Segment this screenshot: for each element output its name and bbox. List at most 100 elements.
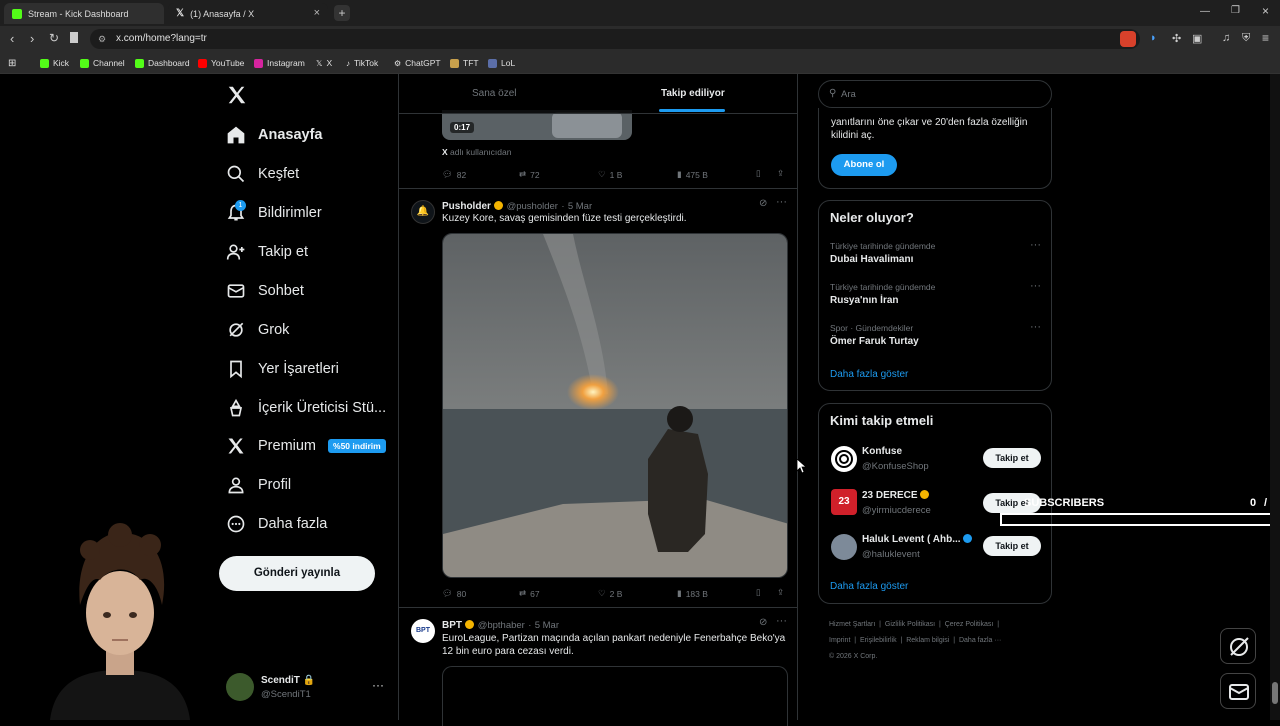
- new-tab-button[interactable]: +: [334, 5, 350, 21]
- reply-action[interactable]: 💬︎ 82: [442, 169, 466, 180]
- footer-link[interactable]: Daha fazla ···: [959, 637, 1001, 644]
- trends-show-more[interactable]: Daha fazla göster: [830, 369, 908, 380]
- subscribe-button[interactable]: Abone ol: [831, 154, 897, 176]
- grok-float-button[interactable]: [1220, 628, 1256, 664]
- footer-link[interactable]: Erişilebilirlik: [860, 637, 897, 644]
- sidebar-item-notifications[interactable]: 1 Bildirimler: [226, 200, 322, 225]
- bookmark-lol[interactable]: LoL: [488, 56, 515, 70]
- music-icon[interactable]: ♫: [1222, 32, 1230, 44]
- sidebar-item-bookmarks[interactable]: Yer İşaretleri: [226, 357, 339, 381]
- follow-avatar[interactable]: [831, 446, 857, 472]
- tweet-image[interactable]: [442, 233, 788, 578]
- footer-link[interactable]: Imprint: [829, 637, 850, 644]
- share-icon[interactable]: ⇪: [777, 587, 784, 598]
- window-icon[interactable]: ▣: [1192, 32, 1202, 45]
- repost-action[interactable]: ⇄ 72: [519, 169, 540, 180]
- bookmark-dashboard[interactable]: Dashboard: [135, 56, 190, 70]
- follow-avatar[interactable]: [831, 534, 857, 560]
- bookmark-chatgpt[interactable]: ⚙ ChatGPT: [394, 56, 441, 70]
- reload-icon[interactable]: ↻: [49, 31, 59, 45]
- tweet-image[interactable]: [442, 666, 788, 726]
- address-bar[interactable]: ⚙ x.com/home?lang=tr: [90, 29, 1140, 49]
- sidebar-item-grok[interactable]: Grok: [226, 318, 289, 342]
- sidebar-item-chat[interactable]: Sohbet: [226, 279, 304, 303]
- browser-tab-kick[interactable]: Stream - Kick Dashboard: [4, 3, 164, 24]
- follow-avatar[interactable]: 23: [831, 489, 857, 515]
- follow-name[interactable]: Haluk Levent ( Ahb...: [862, 534, 973, 545]
- trend-item[interactable]: Türkiye tarihinde gündemde Rusya'nın İra…: [819, 280, 1051, 316]
- back-icon[interactable]: ‹: [10, 31, 14, 46]
- trend-item[interactable]: Türkiye tarihinde gündemde Dubai Havalim…: [819, 239, 1051, 275]
- repost-action[interactable]: ⇄ 67: [519, 588, 540, 599]
- minimize-button[interactable]: —: [1200, 6, 1210, 17]
- who-show-more[interactable]: Daha fazla göster: [830, 581, 908, 592]
- grok-tweet-icon[interactable]: ⊘: [759, 198, 767, 209]
- close-tab-icon[interactable]: ×: [314, 7, 320, 19]
- views-action[interactable]: ▮ 475 B: [677, 169, 708, 180]
- account-more-icon[interactable]: ···: [372, 678, 384, 692]
- tab-for-you[interactable]: Sana özel: [472, 88, 516, 99]
- site-settings-icon[interactable]: ⚙: [98, 29, 106, 49]
- tweet-more-icon[interactable]: ···: [776, 196, 787, 208]
- close-window-button[interactable]: ×: [1262, 4, 1269, 18]
- like-action[interactable]: ♡ 1 B: [598, 169, 622, 180]
- tweet-author-name[interactable]: Pusholder: [442, 201, 491, 212]
- footer-link[interactable]: Reklam bilgisi: [906, 637, 949, 644]
- brave-shield-icon[interactable]: [1120, 31, 1136, 47]
- bookmark-x[interactable]: 𝕏X: [316, 56, 332, 70]
- like-action[interactable]: ♡ 2 B: [598, 588, 622, 599]
- trend-more-icon[interactable]: ···: [1030, 321, 1041, 333]
- footer-link[interactable]: Hizmet Şartları: [829, 621, 875, 628]
- follow-name[interactable]: 23 DERECE: [862, 490, 930, 501]
- x-logo-icon[interactable]: [226, 84, 248, 106]
- tweet-date[interactable]: 5 Mar: [568, 201, 592, 212]
- trend-more-icon[interactable]: ···: [1030, 239, 1041, 251]
- tweet-date[interactable]: 5 Mar: [535, 620, 559, 631]
- messages-float-button[interactable]: [1220, 673, 1256, 709]
- tab-following[interactable]: Takip ediliyor: [661, 88, 725, 99]
- scrollbar[interactable]: [1270, 74, 1280, 720]
- forward-icon[interactable]: ›: [30, 31, 34, 46]
- bookmark-kick[interactable]: Kick: [40, 56, 69, 70]
- bookmark-youtube[interactable]: YouTube: [198, 56, 244, 70]
- browser-tab-x[interactable]: 𝕏 (1) Anasayfa / X ×: [168, 3, 328, 24]
- bookmark-channel[interactable]: Channel: [80, 56, 125, 70]
- bookmark-page-icon[interactable]: [70, 32, 78, 43]
- sidebar-item-profile[interactable]: Profil: [226, 473, 291, 497]
- sidebar-item-home[interactable]: Anasayfa: [226, 123, 322, 147]
- bookmark-tweet-icon[interactable]: ▯: [756, 587, 761, 598]
- apps-icon[interactable]: ⊞: [8, 56, 16, 70]
- maximize-button[interactable]: ❐: [1231, 5, 1240, 16]
- bookmark-tft[interactable]: TFT: [450, 56, 479, 70]
- tweet-avatar[interactable]: 🔔: [411, 200, 435, 224]
- follow-name[interactable]: Konfuse: [862, 446, 902, 457]
- grok-tweet-icon[interactable]: ⊘: [759, 617, 767, 628]
- trend-item[interactable]: Spor · Gündemdekiler Ömer Faruk Turtay ·…: [819, 321, 1051, 357]
- menu-icon[interactable]: ≡: [1262, 31, 1269, 45]
- extension-icon[interactable]: ◗: [1150, 32, 1157, 44]
- footer-link[interactable]: Gizlilik Politikası: [885, 621, 935, 628]
- vpn-icon[interactable]: ⛨: [1242, 32, 1250, 45]
- tweet-more-icon[interactable]: ···: [776, 615, 787, 627]
- search-input[interactable]: ⚲ Ara: [818, 80, 1052, 108]
- scrollbar-thumb[interactable]: [1272, 682, 1278, 704]
- post-button[interactable]: Gönderi yayınla: [219, 556, 375, 591]
- trend-more-icon[interactable]: ···: [1030, 280, 1041, 292]
- bookmark-tweet-icon[interactable]: ▯: [756, 168, 761, 179]
- sidebar-item-more[interactable]: Daha fazla: [226, 512, 327, 536]
- prev-tweet-video[interactable]: 0:17: [442, 110, 632, 140]
- sidebar-item-explore[interactable]: Keşfet: [226, 162, 299, 186]
- sidebar-item-creator-studio[interactable]: İçerik Üreticisi Stü...: [226, 396, 386, 420]
- bookmark-tiktok[interactable]: ♪ TikTok: [346, 56, 378, 70]
- follow-button[interactable]: Takip et: [983, 448, 1041, 468]
- views-action[interactable]: ▮ 183 B: [677, 588, 708, 599]
- footer-link[interactable]: Çerez Politikası: [945, 621, 994, 628]
- reply-action[interactable]: 💬︎ 80: [442, 588, 466, 599]
- bookmark-instagram[interactable]: Instagram: [254, 56, 305, 70]
- tweet-avatar[interactable]: BPT: [411, 619, 435, 643]
- account-avatar[interactable]: [226, 673, 254, 701]
- puzzle-icon[interactable]: ✣: [1172, 32, 1181, 45]
- follow-button[interactable]: Takip et: [983, 536, 1041, 556]
- tweet-author-name[interactable]: BPT: [442, 620, 462, 631]
- share-icon[interactable]: ⇪: [777, 168, 784, 179]
